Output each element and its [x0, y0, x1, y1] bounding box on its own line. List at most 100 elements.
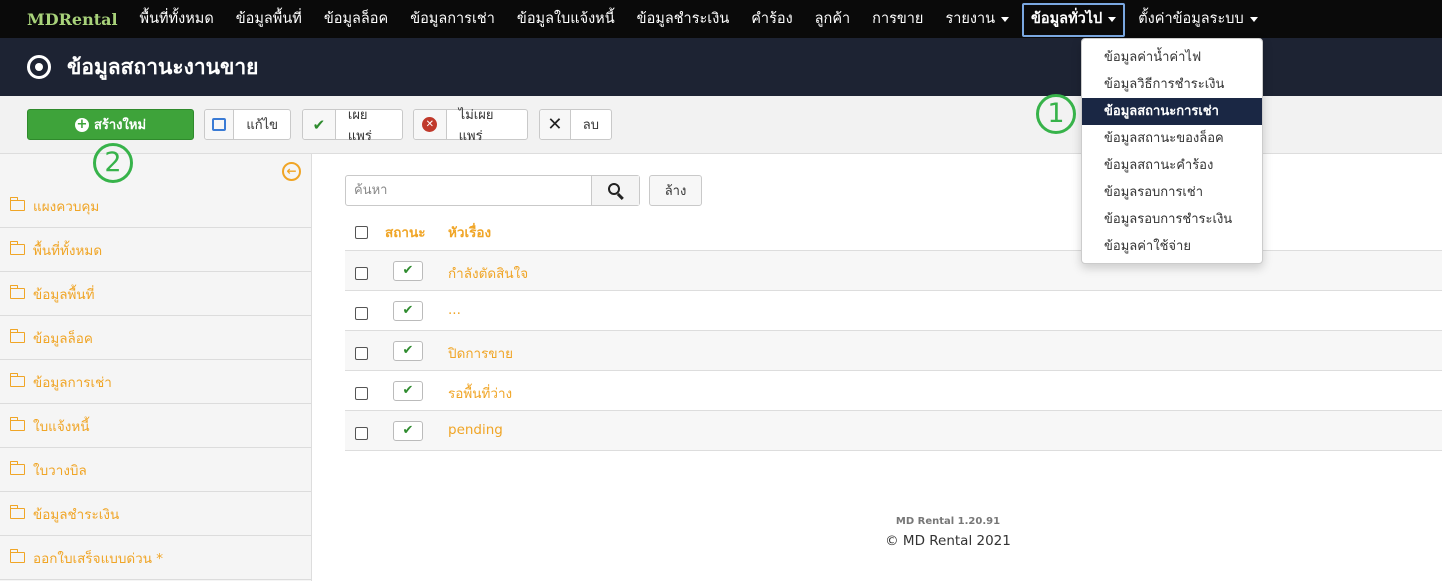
- clear-button[interactable]: ล้าง: [649, 175, 702, 206]
- nav-item-system-settings[interactable]: ตั้งค่าข้อมูลระบบ: [1127, 0, 1268, 38]
- sidebar-item-label: ข้อมูลการเช่า: [33, 374, 112, 391]
- table-row: ✔ รอพื้นที่ว่าง: [345, 370, 1442, 410]
- sidebar-item-rental-info[interactable]: ข้อมูลการเช่า: [0, 360, 311, 404]
- table-row: ✔ กำลังตัดสินใจ: [345, 250, 1442, 290]
- sidebar: ← แผงควบคุม พื้นที่ทั้งหมด ข้อมูลพื้นที่…: [0, 154, 312, 581]
- row-checkbox[interactable]: [355, 267, 368, 280]
- table-row: ✔ ปิดการขาย: [345, 330, 1442, 370]
- menu-item-lock-status[interactable]: ข้อมูลสถานะของล็อค: [1082, 125, 1262, 152]
- check-icon: ✔: [402, 423, 414, 438]
- x-circle-icon: ✕: [422, 117, 438, 132]
- sidebar-item-label: ใบวางบิล: [33, 462, 87, 479]
- sidebar-item-dashboard[interactable]: แผงควบคุม: [0, 184, 311, 228]
- sidebar-item-invoices[interactable]: ใบแจ้งหนี้: [0, 404, 311, 448]
- sidebar-item-lock-info[interactable]: ข้อมูลล็อค: [0, 316, 311, 360]
- row-checkbox[interactable]: [355, 347, 368, 360]
- menu-item-payment-periods[interactable]: ข้อมูลรอบการชำระเงิน: [1082, 206, 1262, 233]
- published-toggle[interactable]: ✔: [393, 301, 423, 321]
- sidebar-item-all-areas[interactable]: พื้นที่ทั้งหมด: [0, 228, 311, 272]
- sidebar-item-label: พื้นที่ทั้งหมด: [33, 242, 103, 259]
- nav-item-lock-info[interactable]: ข้อมูลล็อค: [313, 0, 399, 38]
- sidebar-item-label: ออกใบเสร็จแบบด่วน *: [33, 550, 164, 567]
- delete-button-label: ลบ: [582, 118, 599, 133]
- sidebar-item-quick-receipt[interactable]: ออกใบเสร็จแบบด่วน *: [0, 536, 311, 580]
- published-toggle[interactable]: ✔: [393, 421, 423, 441]
- publish-button[interactable]: ✔ เผยแพร่: [302, 108, 403, 144]
- sidebar-item-bills[interactable]: ใบวางบิล: [0, 448, 311, 492]
- collapse-arrow-icon[interactable]: ←: [282, 162, 301, 181]
- chevron-down-icon: [1249, 16, 1258, 22]
- unpublish-button-label: ไม่เผยแพร่: [458, 107, 494, 144]
- sidebar-item-label: ข้อมูลชำระเงิน: [33, 506, 120, 523]
- nav-item-reports[interactable]: รายงาน: [934, 0, 1020, 38]
- check-icon: ✔: [402, 263, 414, 278]
- search-button[interactable]: [591, 176, 639, 205]
- unpublish-button[interactable]: ✕ ไม่เผยแพร่: [413, 108, 528, 144]
- row-checkbox[interactable]: [355, 427, 368, 440]
- nav-item-rental-info[interactable]: ข้อมูลการเช่า: [399, 0, 506, 38]
- nav-item-area-info[interactable]: ข้อมูลพื้นที่: [225, 0, 313, 38]
- row-title-link[interactable]: pending: [448, 422, 503, 438]
- menu-item-payment-methods[interactable]: ข้อมูลวิธีการชำระเงิน: [1082, 71, 1262, 98]
- folder-icon: [9, 505, 25, 519]
- footer-copyright: © MD Rental 2021: [885, 533, 1011, 549]
- search-box: [345, 175, 640, 206]
- row-title-link[interactable]: กำลังตัดสินใจ: [448, 262, 528, 284]
- column-header-title[interactable]: หัวเรื่อง: [448, 221, 491, 243]
- row-title-link[interactable]: รอพื้นที่ว่าง: [448, 382, 512, 404]
- published-toggle[interactable]: ✔: [393, 261, 423, 281]
- page-title: ข้อมูลสถานะงานขาย: [67, 54, 259, 79]
- nav-item-general-info[interactable]: ข้อมูลทั่วไป: [1020, 0, 1127, 38]
- table-row: ✔ ...: [345, 290, 1442, 330]
- nav-item-reports-label: รายงาน: [945, 11, 995, 27]
- menu-item-rental-status[interactable]: ข้อมูลสถานะการเช่า: [1082, 98, 1262, 125]
- close-icon: ✕: [547, 114, 563, 135]
- nav-item-payment-info[interactable]: ข้อมูลชำระเงิน: [626, 0, 741, 38]
- menu-item-rental-periods[interactable]: ข้อมูลรอบการเช่า: [1082, 179, 1262, 206]
- check-icon: ✔: [402, 343, 414, 358]
- column-header-status[interactable]: สถานะ: [385, 221, 425, 243]
- edit-button-label: แก้ไข: [246, 118, 278, 133]
- nav-item-system-settings-label: ตั้งค่าข้อมูลระบบ: [1138, 11, 1244, 27]
- folder-icon: [9, 197, 25, 211]
- search-icon: [608, 183, 620, 195]
- status-table: สถานะ หัวเรื่อง ✔ กำลังตัดสินใจ ✔ ... ✔ …: [345, 213, 1442, 451]
- row-title-link[interactable]: ...: [448, 302, 461, 318]
- folder-icon: [9, 549, 25, 563]
- row-title-link[interactable]: ปิดการขาย: [448, 342, 513, 364]
- nav-item-customers[interactable]: ลูกค้า: [804, 0, 862, 38]
- folder-icon: [9, 373, 25, 387]
- check-icon: ✔: [402, 303, 414, 318]
- search-input[interactable]: [346, 176, 591, 205]
- edit-button[interactable]: แก้ไข: [204, 109, 291, 140]
- menu-item-utility-rates[interactable]: ข้อมูลค่าน้ำค่าไฟ: [1082, 44, 1262, 71]
- sidebar-item-label: ข้อมูลล็อค: [33, 330, 93, 347]
- new-button-label: สร้างใหม่: [93, 118, 147, 133]
- nav-item-requests[interactable]: คำร้อง: [740, 0, 803, 38]
- folder-icon: [9, 417, 25, 431]
- select-all-checkbox[interactable]: [355, 226, 368, 239]
- publish-button-label: เผยแพร่: [347, 107, 372, 144]
- sidebar-item-area-info[interactable]: ข้อมูลพื้นที่: [0, 272, 311, 316]
- table-header: สถานะ หัวเรื่อง: [345, 213, 1442, 250]
- menu-item-request-status[interactable]: ข้อมูลสถานะคำร้อง: [1082, 152, 1262, 179]
- nav-item-sales[interactable]: การขาย: [861, 0, 934, 38]
- published-toggle[interactable]: ✔: [393, 381, 423, 401]
- new-button[interactable]: + สร้างใหม่: [27, 109, 194, 140]
- edit-icon: [212, 118, 227, 131]
- check-icon: ✔: [312, 115, 326, 134]
- active-highlight: [1022, 3, 1126, 37]
- menu-item-expenses[interactable]: ข้อมูลค่าใช้จ่าย: [1082, 233, 1262, 260]
- published-toggle[interactable]: ✔: [393, 341, 423, 361]
- folder-icon: [9, 241, 25, 255]
- brand-logo[interactable]: MDRental: [27, 10, 118, 29]
- row-checkbox[interactable]: [355, 307, 368, 320]
- nav-item-all-areas[interactable]: พื้นที่ทั้งหมด: [129, 0, 225, 38]
- table-row: ✔ pending: [345, 410, 1442, 450]
- folder-icon: [9, 461, 25, 475]
- nav-item-invoice-info[interactable]: ข้อมูลใบแจ้งหนี้: [506, 0, 626, 38]
- sidebar-item-payment-info[interactable]: ข้อมูลชำระเงิน: [0, 492, 311, 536]
- row-checkbox[interactable]: [355, 387, 368, 400]
- folder-icon: [9, 285, 25, 299]
- delete-button[interactable]: ✕ ลบ: [539, 109, 612, 140]
